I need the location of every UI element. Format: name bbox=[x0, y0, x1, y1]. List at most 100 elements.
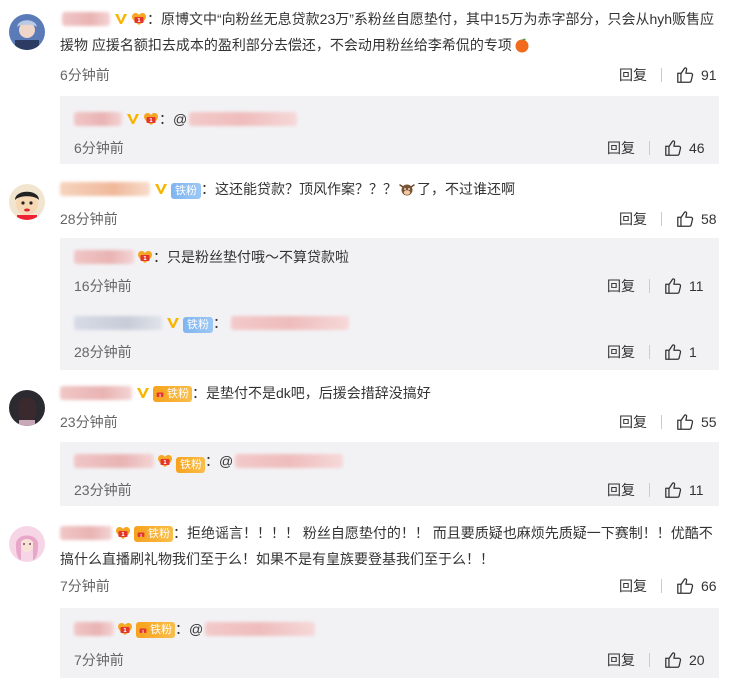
comment-item: 铁粉 ：这还能贷款？顶风作案？？？ 了，不过谁还啊 28分钟前 回复 58 ：只是粉… bbox=[0, 172, 731, 372]
username[interactable] bbox=[60, 182, 150, 196]
comment-text: ：原博文中“向粉丝无息贷款23万”系粉丝自愿垫付，其中15万为赤字部分，只会从h… bbox=[60, 11, 715, 53]
reply-content: 铁粉： bbox=[74, 310, 719, 336]
comment-content: 铁粉 ：是垫付不是dk吧，后援会措辞没搞好 bbox=[60, 380, 719, 406]
username[interactable] bbox=[60, 386, 132, 400]
username[interactable] bbox=[74, 316, 162, 330]
fan-badge-icon bbox=[117, 622, 133, 636]
like-button[interactable]: 11 bbox=[664, 478, 707, 502]
thumbs-up-icon bbox=[664, 139, 682, 157]
comment-content: ：原博文中“向粉丝无息贷款23万”系粉丝自愿垫付，其中15万为赤字部分，只会从h… bbox=[60, 6, 719, 58]
reply-text: ：@ bbox=[175, 621, 204, 637]
timestamp: 28分钟前 bbox=[60, 211, 118, 227]
divider bbox=[649, 141, 650, 155]
reply-content: 铁粉 ：@ bbox=[74, 616, 719, 642]
reply-content: 铁粉 ：@ bbox=[74, 448, 719, 474]
reply-button[interactable]: 回复 bbox=[607, 340, 635, 364]
iron-fan-badge: 铁粉 bbox=[136, 622, 175, 638]
iron-fan-badge: 铁粉 bbox=[183, 317, 213, 333]
like-button[interactable]: 20 bbox=[664, 648, 707, 672]
like-button[interactable]: 91 bbox=[676, 63, 719, 87]
like-count: 46 bbox=[689, 140, 705, 156]
username[interactable] bbox=[74, 250, 134, 264]
like-count: 11 bbox=[689, 278, 704, 294]
iron-fan-badge: 铁粉 bbox=[171, 183, 201, 199]
like-count: 1 bbox=[689, 344, 697, 360]
avatar[interactable] bbox=[9, 184, 45, 220]
like-button[interactable]: 46 bbox=[664, 136, 707, 160]
timestamp: 23分钟前 bbox=[74, 482, 132, 498]
divider bbox=[649, 279, 650, 293]
mention-link[interactable] bbox=[205, 622, 316, 636]
mention-link[interactable] bbox=[231, 316, 349, 330]
timestamp: 16分钟前 bbox=[74, 278, 132, 294]
divider bbox=[661, 212, 662, 226]
fan-badge-icon bbox=[157, 454, 173, 468]
timestamp: 23分钟前 bbox=[60, 414, 118, 430]
comment-content: 铁粉 ：拒绝谣言！！！！ 粉丝自愿垫付的！！ 而且要质疑也麻烦先质疑一下赛制！！优… bbox=[60, 520, 719, 572]
like-button[interactable]: 1 bbox=[664, 340, 707, 364]
badge-label: 铁粉 bbox=[150, 624, 172, 636]
badge-label: 铁粉 bbox=[148, 528, 170, 540]
like-count: 11 bbox=[689, 482, 704, 498]
reply-button[interactable]: 回复 bbox=[619, 63, 647, 87]
divider bbox=[649, 483, 650, 497]
fan-badge-icon bbox=[154, 388, 166, 400]
username[interactable] bbox=[74, 454, 154, 468]
reply-button[interactable]: 回复 bbox=[607, 136, 635, 160]
reply-button[interactable]: 回复 bbox=[619, 207, 647, 231]
thumbs-up-icon bbox=[676, 66, 694, 84]
mention-link[interactable] bbox=[235, 454, 344, 468]
thumbs-up-icon bbox=[664, 651, 682, 669]
thumbs-up-icon bbox=[676, 413, 694, 431]
username[interactable] bbox=[74, 622, 114, 636]
reply-button[interactable]: 回复 bbox=[619, 574, 647, 598]
avatar[interactable] bbox=[9, 526, 45, 562]
reply-content: ：@ bbox=[74, 106, 719, 132]
like-button[interactable]: 55 bbox=[676, 410, 719, 434]
iron-fan-badge: 铁粉 bbox=[176, 457, 205, 473]
comment-text: ：是垫付不是dk吧，后援会措辞没搞好 bbox=[192, 385, 431, 401]
like-button[interactable]: 58 bbox=[676, 207, 719, 231]
divider bbox=[661, 68, 662, 82]
fan-badge-icon bbox=[135, 528, 147, 540]
timestamp: 6分钟前 bbox=[74, 140, 124, 156]
fan-badge-icon bbox=[143, 112, 159, 126]
timestamp: 7分钟前 bbox=[74, 652, 124, 668]
thumbs-up-icon bbox=[676, 577, 694, 595]
iron-fan-badge: 铁粉 bbox=[153, 386, 192, 402]
iron-fan-badge: 铁粉 bbox=[134, 526, 173, 542]
comment-item: 铁粉 ：是垫付不是dk吧，后援会措辞没搞好 23分钟前 回复 55 铁粉 ：@ 23… bbox=[0, 376, 731, 506]
like-count: 66 bbox=[701, 578, 717, 594]
fan-badge-icon bbox=[131, 12, 147, 26]
thumbs-up-icon bbox=[664, 277, 682, 295]
replies-panel: ：只是粉丝垫付哦～不算贷款啦 16分钟前 回复 11 铁粉： 28分钟前 回复 bbox=[60, 238, 719, 370]
mention-link[interactable] bbox=[189, 112, 298, 126]
username[interactable] bbox=[60, 526, 112, 540]
timestamp: 7分钟前 bbox=[60, 578, 110, 594]
avatar[interactable] bbox=[9, 14, 45, 50]
like-button[interactable]: 66 bbox=[676, 574, 719, 598]
fan-badge-icon bbox=[137, 250, 153, 264]
reply-button[interactable]: 回复 bbox=[607, 478, 635, 502]
username[interactable] bbox=[62, 12, 110, 26]
timestamp: 6分钟前 bbox=[60, 67, 110, 83]
fan-badge-icon bbox=[115, 526, 131, 540]
like-button[interactable]: 11 bbox=[664, 274, 707, 298]
divider bbox=[661, 415, 662, 429]
verified-v-icon bbox=[136, 386, 150, 400]
like-count: 91 bbox=[701, 67, 717, 83]
reply-button[interactable]: 回复 bbox=[607, 274, 635, 298]
avatar[interactable] bbox=[9, 390, 45, 426]
thumbs-up-icon bbox=[676, 210, 694, 228]
replies-panel: 铁粉 ：@ 23分钟前 回复 11 bbox=[60, 442, 719, 506]
timestamp: 28分钟前 bbox=[74, 344, 132, 360]
reply-button[interactable]: 回复 bbox=[619, 410, 647, 434]
username[interactable] bbox=[74, 112, 122, 126]
reply-text: ：只是粉丝垫付哦～不算贷款啦 bbox=[153, 249, 349, 265]
reply-text: ： bbox=[213, 315, 227, 331]
verified-v-icon bbox=[126, 112, 140, 126]
reply-button[interactable]: 回复 bbox=[607, 648, 635, 672]
comment-item: 铁粉 ：拒绝谣言！！！！ 粉丝自愿垫付的！！ 而且要质疑也麻烦先质疑一下赛制！！优… bbox=[0, 512, 731, 683]
verified-v-icon bbox=[154, 182, 168, 196]
divider bbox=[649, 345, 650, 359]
